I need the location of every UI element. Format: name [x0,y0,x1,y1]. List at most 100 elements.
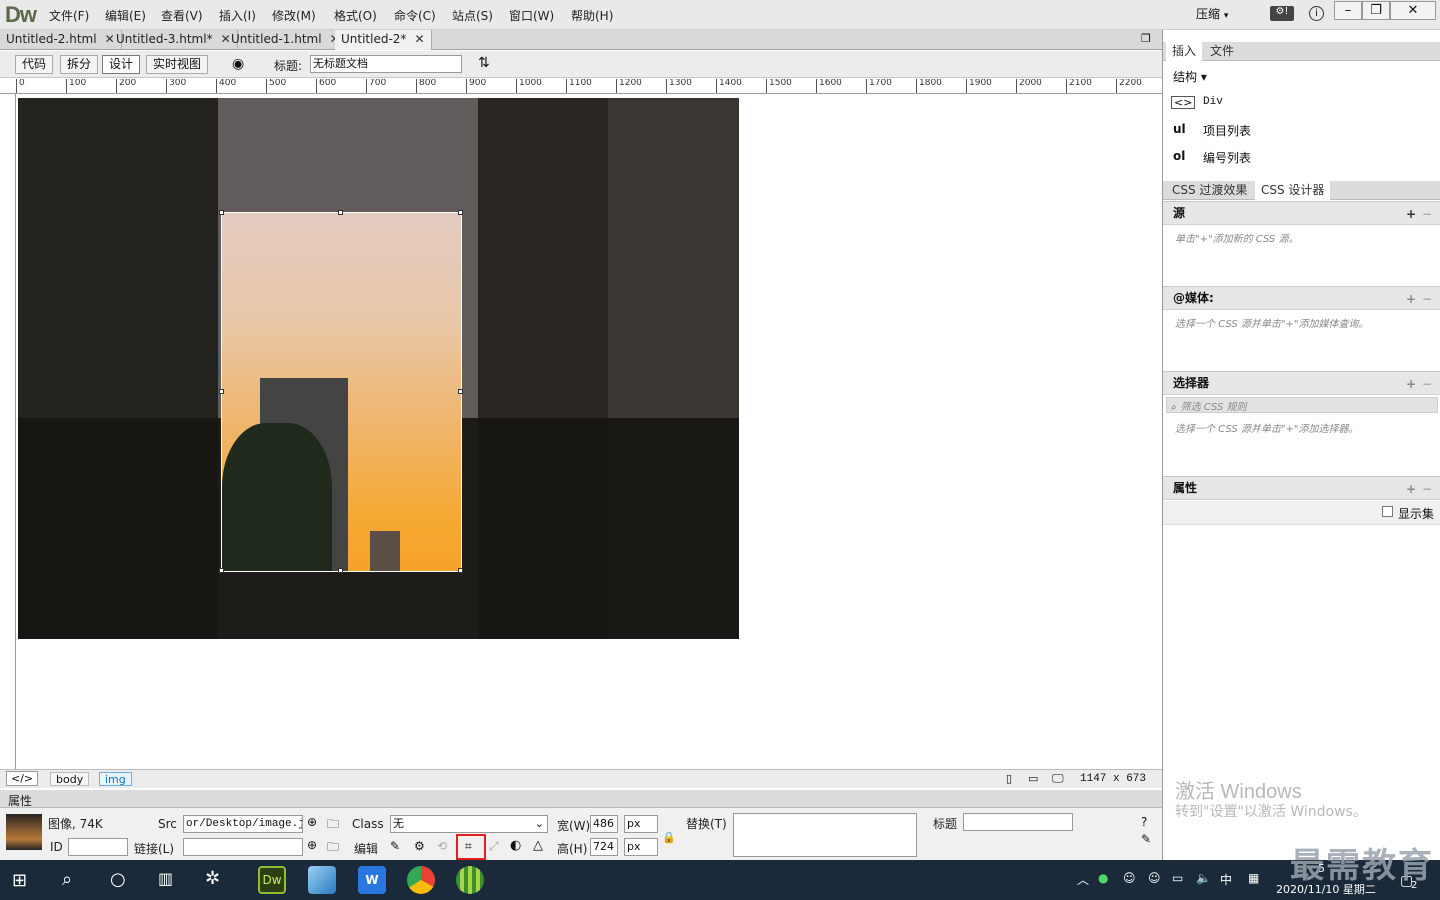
tablet-size-icon[interactable]: ▭ [1028,772,1038,785]
tab-untitled-1-html[interactable]: Untitled-1.html✕ [225,30,347,50]
height-unit-select[interactable]: px [624,838,658,856]
update-from-original-icon[interactable]: ⟲ [437,839,447,853]
globe-icon[interactable]: ◉ [232,56,244,72]
wps-writer-icon[interactable]: W [358,866,386,894]
tab-css-designer[interactable]: CSS 设计器 [1255,181,1331,200]
alt-textarea[interactable] [733,813,917,857]
selector-filter-input[interactable]: ⌕ 筛选 CSS 规则 [1166,397,1438,413]
crop-selection[interactable] [221,212,462,572]
close-icon[interactable]: ✕ [414,32,424,46]
ime-indicator[interactable]: 中 [1220,871,1232,888]
crop-handle[interactable] [219,568,224,573]
menu-modify[interactable]: 修改(M) [272,7,316,24]
tab-files[interactable]: 文件 [1204,42,1240,61]
watermelon-app-icon[interactable] [456,866,484,894]
width-unit-select[interactable]: px [624,815,658,833]
tag-img[interactable]: img [99,772,132,786]
task-view-icon[interactable]: ▥ [158,869,173,888]
height-input[interactable]: 724 [590,838,618,856]
close-button[interactable]: ✕ [1390,1,1436,20]
search-icon[interactable]: ⌕ [62,869,72,890]
quick-tag-editor-icon[interactable]: ✎ [1141,832,1151,846]
pinwheel-app-icon[interactable]: ✲ [205,868,220,889]
crop-handle[interactable] [338,568,343,573]
insert-category-select[interactable]: 结构 ▾ [1173,68,1207,85]
notes-app-icon[interactable] [308,866,336,894]
minimize-button[interactable]: – [1334,1,1362,20]
menu-view[interactable]: 查看(V) [161,7,203,24]
crop-handle[interactable] [219,210,224,215]
menu-site[interactable]: 站点(S) [452,7,493,24]
show-set-checkbox[interactable] [1382,506,1393,517]
resample-icon[interactable]: ⤢ [489,839,499,854]
code-tag-icon[interactable]: </> [6,771,39,786]
crop-handle[interactable] [219,389,224,394]
code-view-button[interactable]: 代码 [15,55,54,74]
ime-mode-icon[interactable]: ▦ [1248,871,1259,885]
id-input[interactable] [68,838,128,856]
add-source-icon[interactable]: + [1406,203,1416,225]
tab-untitled-2-active[interactable]: Untitled-2* ✕ [335,30,432,50]
split-view-button[interactable]: 拆分 [60,55,99,74]
tray-expand-icon[interactable]: ︿ [1077,871,1089,888]
menu-format[interactable]: 格式(O) [334,7,377,24]
menu-file[interactable]: 文件(F) [49,7,89,24]
sharpen-icon[interactable]: △ [533,838,543,853]
wechat-icon[interactable]: ● [1098,871,1108,885]
desktop-size-icon[interactable]: 🖵 [1052,771,1064,786]
volume-icon[interactable]: 🔈 [1196,871,1211,885]
menu-insert[interactable]: 插入(I) [219,7,256,24]
cortana-icon[interactable]: ○ [110,869,126,890]
file-transfer-icon[interactable]: ⇅ [478,55,490,71]
folder-icon[interactable]: 🗀 [327,815,339,836]
crop-icon[interactable]: ⌗ [465,839,472,854]
windows-start-icon[interactable]: ⊞ [12,870,27,891]
title-input[interactable]: 无标题文档 [310,55,462,73]
restore-doc-icon[interactable]: ❐ [1141,32,1151,45]
width-input[interactable]: 486 [590,815,618,833]
remove-property-icon[interactable]: − [1422,478,1432,500]
tab-untitled-3-html[interactable]: Untitled-3.html* ✕ [110,30,238,50]
workspace-switcher[interactable]: 压缩 ▾ [1196,5,1228,22]
dreamweaver-taskbar-icon[interactable]: Dw [258,866,286,894]
crop-handle[interactable] [458,389,463,394]
mobile-size-icon[interactable]: ▯ [1006,772,1012,785]
menu-help[interactable]: 帮助(H) [571,7,613,24]
tag-body[interactable]: body [50,772,90,786]
remove-selector-icon[interactable]: − [1422,373,1432,395]
add-selector-icon[interactable]: + [1406,373,1416,395]
tab-css-transitions[interactable]: CSS 过渡效果 [1166,181,1253,200]
add-property-icon[interactable]: + [1406,478,1416,500]
edit-pencil-icon[interactable]: ✎ [390,839,400,853]
restore-button[interactable]: ❐ [1362,1,1390,20]
lock-icon[interactable]: 🔒 [662,831,676,844]
crop-handle[interactable] [458,210,463,215]
chrome-icon[interactable] [407,866,435,894]
add-media-icon[interactable]: + [1406,288,1416,310]
insert-div-item[interactable]: Div [1203,96,1223,108]
tab-insert[interactable]: 插入 [1166,42,1203,61]
info-icon[interactable]: i [1309,6,1324,21]
title-attr-input[interactable] [963,813,1073,831]
remove-source-icon[interactable]: − [1422,203,1432,225]
edit-settings-icon[interactable]: ⚙ [414,839,425,853]
insert-ol-item[interactable]: 编号列表 [1203,149,1251,166]
sync-settings-icon[interactable]: ⚙! [1270,6,1294,21]
point-to-file-icon[interactable]: ⊕ [307,815,317,829]
remove-media-icon[interactable]: − [1422,288,1432,310]
crop-handle[interactable] [458,568,463,573]
insert-ul-item[interactable]: 项目列表 [1203,122,1251,139]
folder-icon[interactable]: 🗀 [327,838,339,859]
live-view-button[interactable]: 实时视图 [146,55,209,74]
src-input[interactable]: or/Desktop/image.jpg [183,815,303,833]
window-size-readout[interactable]: 1147 x 673 [1080,773,1146,785]
brightness-contrast-icon[interactable]: ◐ [510,838,521,853]
qq-icon[interactable]: ☺ [1123,871,1136,885]
menu-commands[interactable]: 命令(C) [394,7,436,24]
qq-icon-2[interactable]: ☺ [1148,871,1161,885]
tab-untitled-2-html[interactable]: Untitled-2.html ✕ [0,30,122,50]
crop-handle[interactable] [338,210,343,215]
design-view-button[interactable]: 设计 [102,55,141,74]
point-to-file-icon[interactable]: ⊕ [307,838,317,852]
menu-edit[interactable]: 编辑(E) [105,7,146,24]
